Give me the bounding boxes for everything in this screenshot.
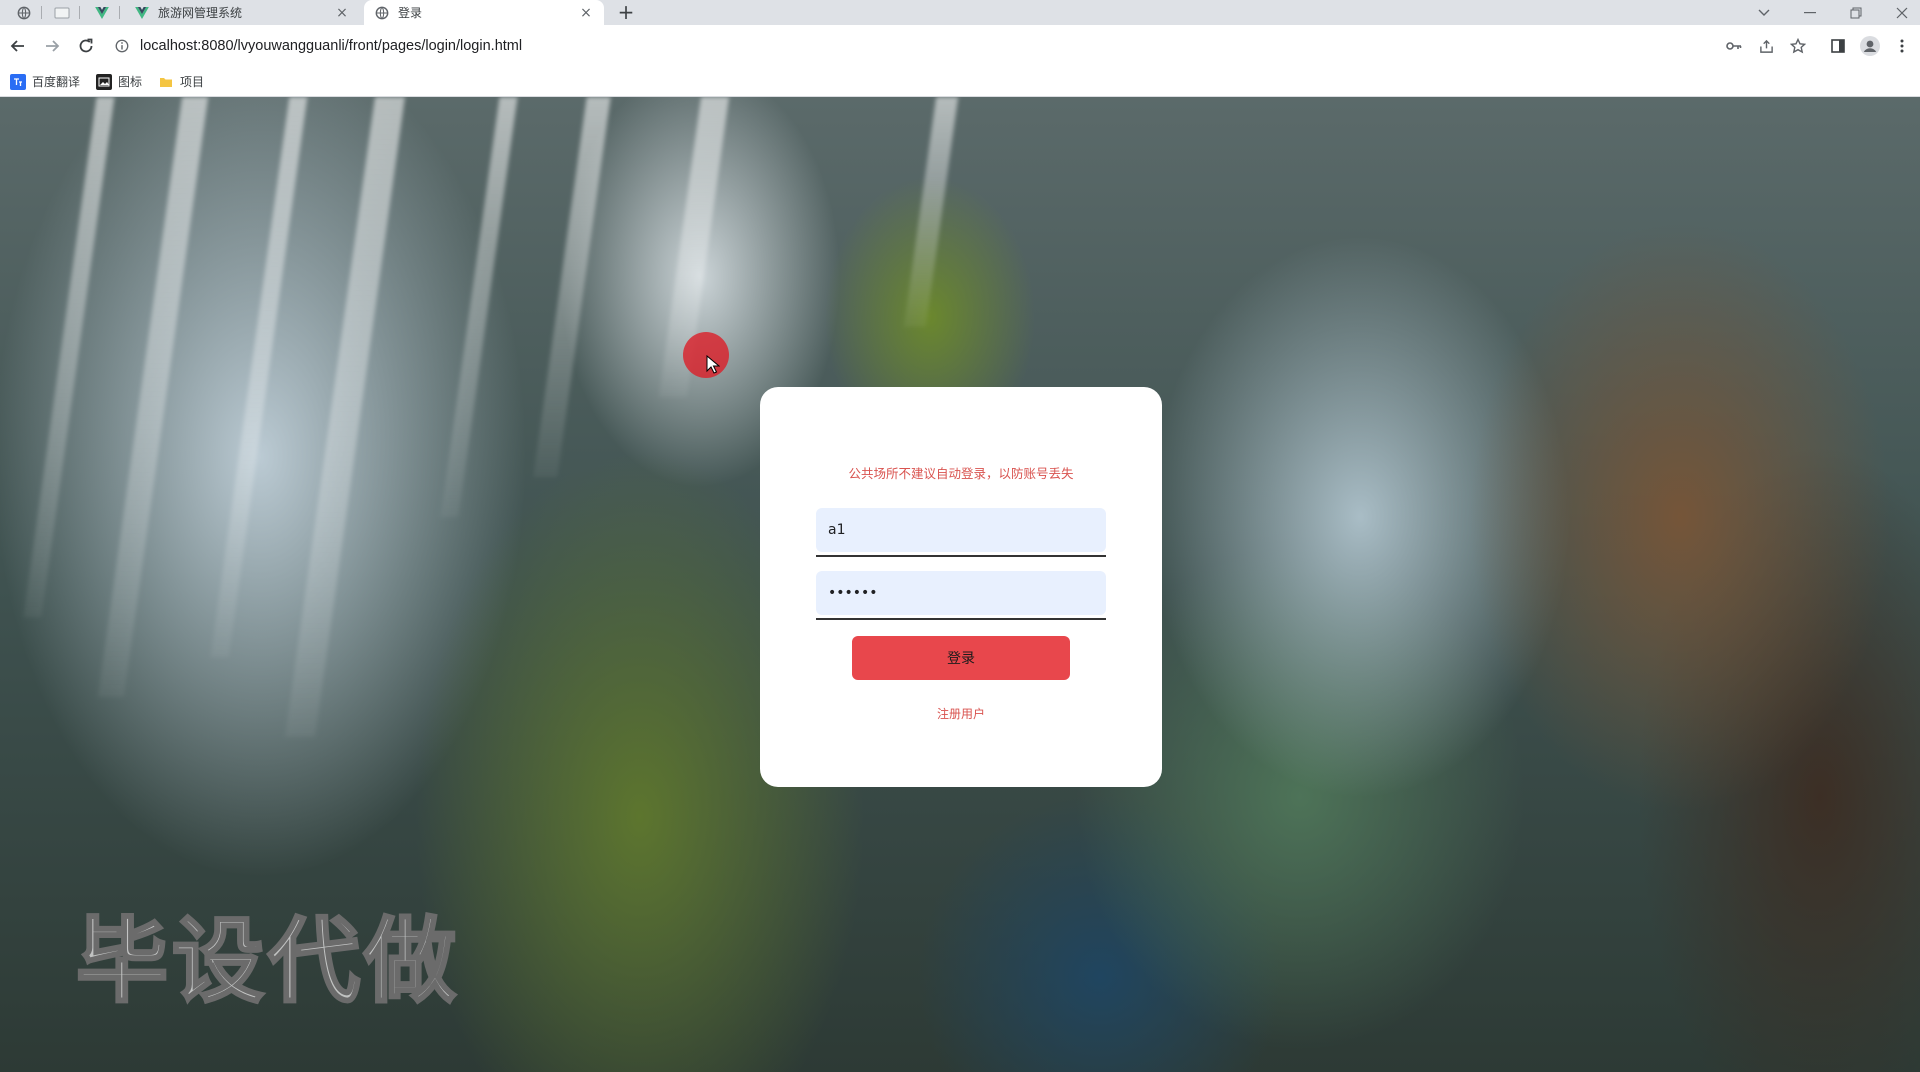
bookmark-project-folder[interactable]: 项目 xyxy=(158,73,204,90)
pinned-tab-1[interactable] xyxy=(6,0,42,25)
bookmark-star-icon[interactable] xyxy=(1784,30,1812,62)
mouse-cursor-icon xyxy=(706,355,720,374)
new-tab-button[interactable]: + xyxy=(614,0,638,25)
username-input[interactable] xyxy=(816,508,1106,552)
waterfall-streak xyxy=(533,97,611,477)
side-panel-icon[interactable] xyxy=(1824,30,1852,62)
tab-search-icon[interactable] xyxy=(1746,0,1782,25)
minimize-icon[interactable] xyxy=(1792,0,1828,25)
forward-arrow-icon xyxy=(46,40,60,52)
pinned-tab-2[interactable] xyxy=(44,0,80,25)
waterfall-streak xyxy=(903,97,959,327)
reload-button[interactable] xyxy=(70,30,102,62)
tab-title: 登录 xyxy=(398,6,423,20)
restore-icon[interactable] xyxy=(1838,0,1874,25)
vue-logo-icon xyxy=(134,5,150,21)
tab-title: 旅游网管理系统 xyxy=(158,6,243,20)
tab-tourism-admin[interactable]: 旅游网管理系统 × xyxy=(124,0,360,25)
url-text[interactable]: localhost:8080/lvyouwangguanli/front/pag… xyxy=(140,38,522,54)
globe-icon xyxy=(17,6,31,19)
bookmark-label: 百度翻译 xyxy=(32,75,81,89)
password-input[interactable] xyxy=(816,571,1106,615)
globe-icon xyxy=(374,5,390,21)
browser-toolbar: localhost:8080/lvyouwangguanli/front/pag… xyxy=(0,25,1920,67)
close-tab-icon[interactable]: × xyxy=(334,5,350,21)
blank-page-icon xyxy=(54,7,70,18)
share-icon[interactable] xyxy=(1752,30,1780,62)
folder-icon xyxy=(158,74,174,90)
reload-icon xyxy=(79,38,93,53)
auto-login-warning: 公共场所不建议自动登录，以防账号丢失 xyxy=(848,466,1074,481)
bookmark-label: 项目 xyxy=(180,75,205,89)
login-button[interactable]: 登录 xyxy=(852,636,1070,680)
back-button[interactable] xyxy=(2,30,34,62)
site-info-icon[interactable] xyxy=(112,36,132,56)
password-key-icon[interactable] xyxy=(1720,30,1748,62)
forward-button[interactable] xyxy=(36,30,68,62)
profile-avatar-icon[interactable] xyxy=(1856,30,1884,62)
login-card: 公共场所不建议自动登录，以防账号丢失 登录 注册用户 xyxy=(760,387,1162,787)
close-window-icon[interactable] xyxy=(1884,0,1920,25)
username-underline xyxy=(816,555,1106,557)
register-link[interactable]: 注册用户 xyxy=(760,705,1162,722)
vue-logo-icon xyxy=(95,6,109,19)
watermark-text: 毕设代做 xyxy=(74,907,461,1017)
bookmark-label: 图标 xyxy=(118,75,143,89)
image-icon xyxy=(96,73,113,90)
close-tab-icon[interactable]: × xyxy=(578,5,594,21)
login-page-background: 公共场所不建议自动登录，以防账号丢失 登录 注册用户 毕设代做 xyxy=(0,97,1920,1072)
bookmarks-bar: 百度翻译 图标 项目 xyxy=(0,67,1920,97)
bookmark-icons[interactable]: 图标 xyxy=(96,73,142,90)
waterfall-streak xyxy=(23,97,115,617)
password-underline xyxy=(816,618,1106,620)
tab-strip: 旅游网管理系统 × 登录 × + xyxy=(0,0,1920,25)
tab-login[interactable]: 登录 × xyxy=(364,0,604,25)
bookmark-baidu-translate[interactable]: 百度翻译 xyxy=(10,73,80,90)
waterfall-streak xyxy=(285,97,405,737)
more-menu-icon[interactable] xyxy=(1888,30,1916,62)
address-bar[interactable]: localhost:8080/lvyouwangguanli/front/pag… xyxy=(106,30,1786,62)
back-arrow-icon xyxy=(10,40,24,52)
baidu-translate-icon xyxy=(10,73,26,90)
pinned-tab-3[interactable] xyxy=(84,0,120,25)
waterfall-streak xyxy=(97,97,209,697)
waterfall-streak xyxy=(440,97,518,517)
waterfall-streak xyxy=(210,97,308,657)
